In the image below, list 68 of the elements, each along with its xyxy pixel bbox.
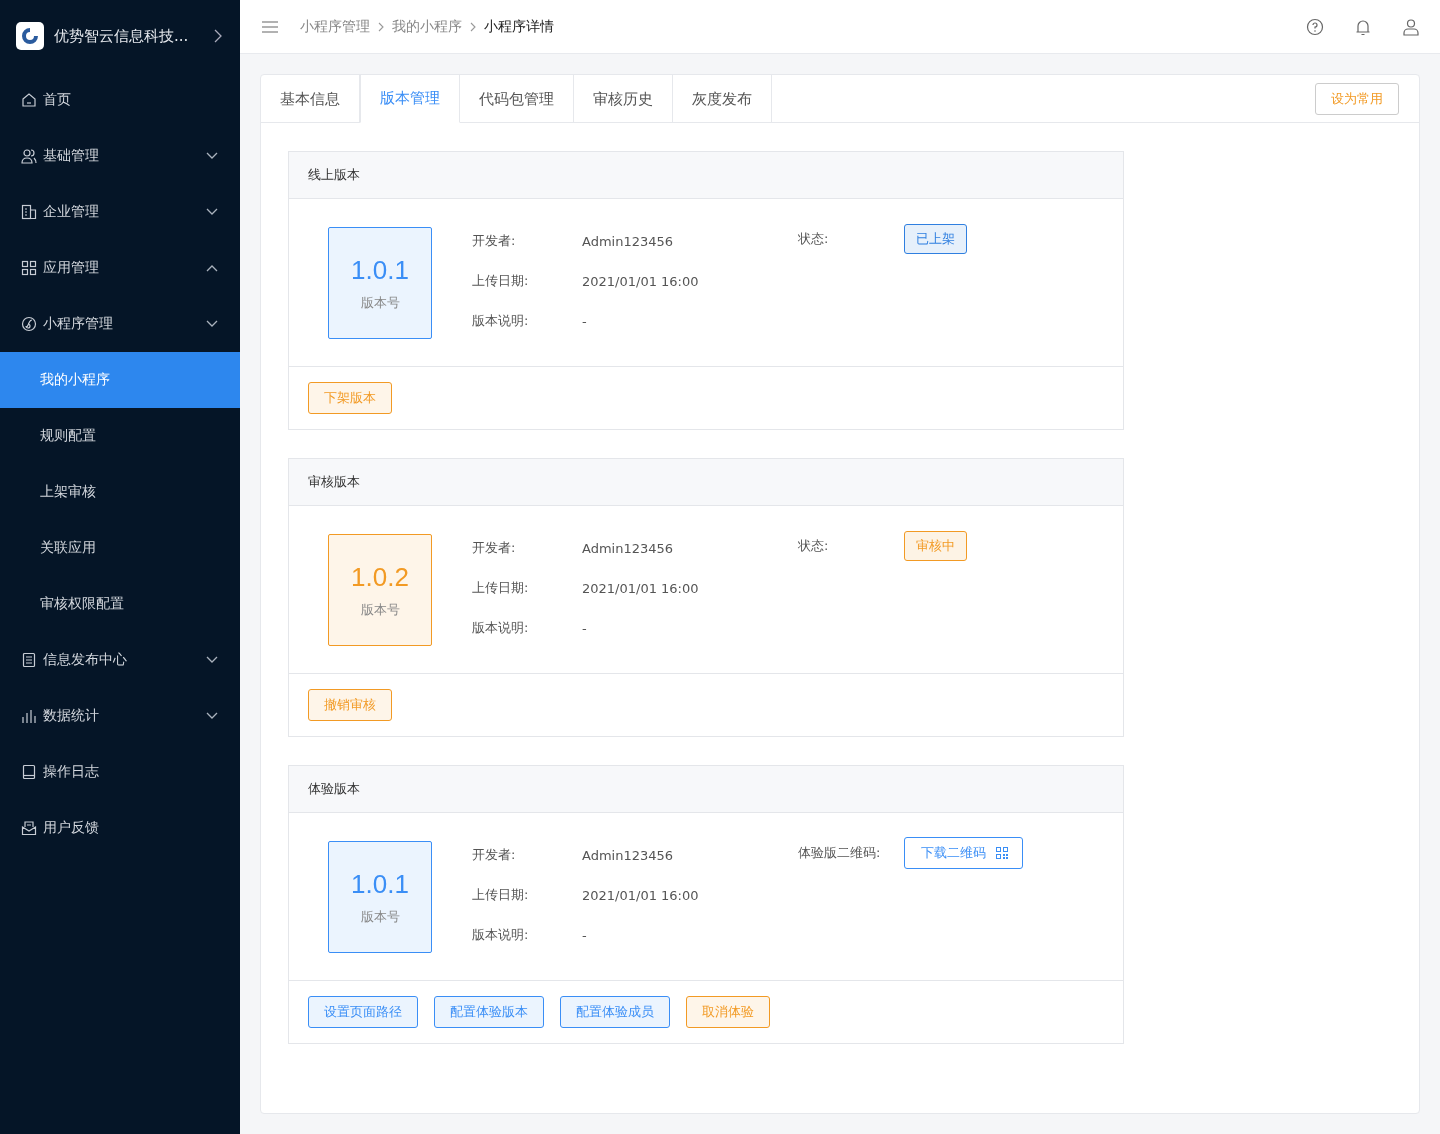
- field-label: 开发者:: [472, 232, 517, 250]
- field-label: 开发者:: [472, 539, 517, 557]
- feedback-icon: [21, 820, 37, 836]
- field-label: 开发者:: [472, 846, 517, 864]
- user-icon[interactable]: [1402, 17, 1420, 36]
- sidebar-subitem[interactable]: 审核权限配置: [0, 576, 240, 632]
- sidebar-subitem[interactable]: 我的小程序: [0, 352, 240, 408]
- field-value: 2021/01/01 16:00: [582, 273, 699, 289]
- tab[interactable]: 审核历史: [574, 75, 673, 123]
- version-number: 1.0.1: [351, 868, 409, 900]
- field-value: Admin123456: [582, 847, 674, 863]
- brand-name: 优势智云信息科技...: [54, 26, 190, 46]
- version-label: 版本号: [360, 293, 400, 312]
- sidebar-item[interactable]: 应用管理: [0, 240, 240, 296]
- home-icon: [21, 92, 37, 108]
- chevron-right-icon[interactable]: [214, 29, 222, 43]
- chevron-right-icon: [378, 21, 384, 32]
- version-label: 版本号: [360, 907, 400, 926]
- version-number: 1.0.1: [351, 254, 409, 286]
- sidebar-subitem[interactable]: 关联应用: [0, 520, 240, 576]
- tab[interactable]: 代码包管理: [460, 75, 574, 123]
- doc-icon: [21, 652, 37, 668]
- field-value: 2021/01/01 16:00: [582, 887, 699, 903]
- status-tag: 审核中: [904, 531, 967, 561]
- breadcrumb-item: 小程序详情: [484, 17, 554, 36]
- section-title: 线上版本: [308, 166, 360, 184]
- field-value: -: [582, 620, 587, 636]
- field-label: 状态:: [798, 537, 830, 555]
- version-number: 1.0.2: [351, 561, 409, 593]
- bell-icon[interactable]: [1354, 17, 1372, 36]
- field-label: 体验版二维码:: [798, 844, 882, 862]
- field-label: 版本说明:: [472, 619, 530, 637]
- field-value: Admin123456: [582, 540, 674, 556]
- field-label: 版本说明:: [472, 926, 530, 944]
- sidebar-item[interactable]: 基础管理: [0, 128, 240, 184]
- field-label: 上传日期:: [472, 272, 530, 290]
- section-title: 体验版本: [308, 780, 360, 798]
- users-icon: [21, 148, 37, 164]
- building-icon: [21, 204, 37, 220]
- logo-icon: [16, 22, 44, 50]
- chevron-right-icon: [470, 21, 476, 32]
- breadcrumb-item[interactable]: 我的小程序: [392, 17, 462, 36]
- sidebar-item[interactable]: 用户反馈: [0, 800, 240, 856]
- sidebar-item[interactable]: 小程序管理: [0, 296, 240, 352]
- sidebar-item[interactable]: 信息发布中心: [0, 632, 240, 688]
- grid-icon: [21, 260, 37, 276]
- sidebar-item[interactable]: 首页: [0, 72, 240, 128]
- tab[interactable]: 灰度发布: [673, 75, 772, 123]
- field-value: Admin123456: [582, 233, 674, 249]
- field-label: 上传日期:: [472, 886, 530, 904]
- help-icon[interactable]: [1306, 17, 1324, 36]
- breadcrumb-item[interactable]: 小程序管理: [300, 17, 370, 36]
- sidebar-subitem[interactable]: 上架审核: [0, 464, 240, 520]
- field-label: 上传日期:: [472, 579, 530, 597]
- qr-code-icon: [996, 847, 1008, 859]
- sidebar-item[interactable]: 操作日志: [0, 744, 240, 800]
- field-value: -: [582, 313, 587, 329]
- field-label: 版本说明:: [472, 312, 530, 330]
- section-title: 审核版本: [308, 473, 360, 491]
- field-value: -: [582, 927, 587, 943]
- sidebar-item[interactable]: 数据统计: [0, 688, 240, 744]
- chart-icon: [21, 708, 37, 724]
- sidebar-subitem[interactable]: 规则配置: [0, 408, 240, 464]
- sidebar-item[interactable]: 企业管理: [0, 184, 240, 240]
- version-label: 版本号: [360, 600, 400, 619]
- field-label: 状态:: [798, 230, 830, 248]
- status-tag: 已上架: [904, 224, 967, 254]
- field-value: 2021/01/01 16:00: [582, 580, 699, 596]
